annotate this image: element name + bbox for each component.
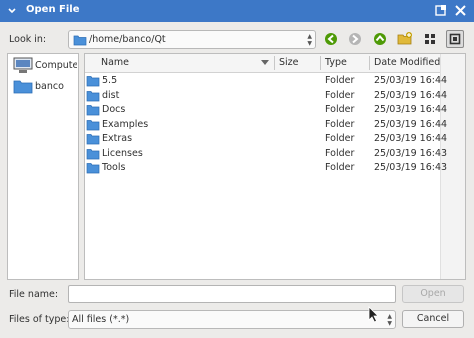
file-name: 5.5 — [102, 75, 118, 86]
list-view-icon — [425, 34, 435, 44]
new-folder-icon[interactable] — [396, 30, 414, 48]
file-date: 25/03/19 16:43 — [374, 147, 448, 159]
file-type: Folder — [325, 75, 355, 86]
file-name-label: File name: — [9, 289, 59, 300]
column-header-date[interactable]: Date Modified — [374, 57, 440, 68]
folder-icon — [86, 134, 100, 145]
folder-icon — [13, 80, 33, 94]
look-in-combo[interactable]: /home/banco/Qt ▲ ▼ — [68, 30, 316, 49]
file-date: 25/03/19 16:44 — [374, 89, 448, 101]
sort-down-icon — [261, 60, 269, 65]
window-menu-chevron-icon[interactable] — [7, 6, 17, 16]
close-icon[interactable] — [453, 3, 469, 19]
file-name: Extras — [102, 133, 133, 144]
file-type: Folder — [325, 133, 355, 144]
file-type: Folder — [325, 104, 355, 115]
list-view-button[interactable] — [421, 30, 439, 48]
file-date: 25/03/19 16:44 — [374, 133, 448, 144]
file-name: Licenses — [102, 147, 143, 159]
folder-icon — [86, 148, 100, 159]
file-row[interactable]: dist Folder 25/03/19 16:44 — [85, 89, 447, 104]
folder-icon — [86, 105, 100, 116]
folder-icon — [86, 90, 100, 101]
mouse-cursor-icon — [368, 306, 379, 323]
column-header-name[interactable]: Name — [101, 57, 129, 68]
sidebar-item-computer[interactable]: Computer — [11, 57, 77, 75]
file-name: Examples — [102, 118, 149, 130]
file-type: Folder — [325, 118, 355, 130]
column-header-type[interactable]: Type — [325, 57, 347, 68]
look-in-label: Look in: — [9, 34, 47, 45]
files-of-type-label: Files of type: — [9, 314, 70, 325]
computer-icon — [13, 57, 33, 73]
file-row[interactable]: Docs Folder 25/03/19 16:44 — [85, 103, 447, 118]
file-type: Folder — [325, 147, 355, 159]
sidebar: Computer banco — [7, 53, 79, 280]
file-name: dist — [102, 89, 120, 101]
combo-arrows-icon: ▲ ▼ — [307, 33, 312, 47]
file-row[interactable]: Extras Folder 25/03/19 16:44 — [85, 132, 447, 147]
combo-arrows-icon: ▲ ▼ — [387, 313, 392, 327]
cancel-button[interactable]: Cancel — [402, 310, 464, 328]
open-button[interactable]: Open — [402, 285, 464, 303]
file-name: Tools — [102, 162, 126, 173]
file-date: 25/03/19 16:44 — [374, 75, 448, 86]
file-type-value: All files (*.*) — [72, 314, 130, 325]
list-header: Name Size Type Date Modified — [85, 54, 465, 73]
forward-icon[interactable] — [346, 30, 364, 48]
folder-icon — [86, 76, 100, 87]
column-header-size[interactable]: Size — [279, 57, 299, 68]
back-icon[interactable] — [322, 30, 340, 48]
file-row[interactable]: Licenses Folder 25/03/19 16:43 — [85, 147, 447, 162]
file-date: 25/03/19 16:43 — [374, 162, 448, 173]
file-date: 25/03/19 16:44 — [374, 118, 448, 130]
file-list: Name Size Type Date Modified 5.5 Folder … — [84, 53, 466, 280]
look-in-path: /home/banco/Qt — [89, 34, 166, 45]
sidebar-item-label: Computer — [35, 60, 77, 71]
file-type: Folder — [325, 89, 355, 101]
sidebar-item-label: banco — [35, 81, 64, 92]
detail-view-button[interactable] — [446, 30, 464, 48]
folder-icon — [86, 163, 100, 174]
file-row[interactable]: Examples Folder 25/03/19 16:44 — [85, 118, 447, 133]
title-bar: Open File — [0, 0, 474, 22]
file-type-combo[interactable]: All files (*.*) ▲ ▼ — [68, 310, 396, 329]
file-name: Docs — [102, 104, 126, 115]
folder-icon — [86, 119, 100, 130]
file-row[interactable]: Tools Folder 25/03/19 16:43 — [85, 161, 447, 176]
detail-view-icon — [449, 33, 461, 45]
file-type: Folder — [325, 162, 355, 173]
file-name-input[interactable] — [68, 285, 396, 303]
window-title: Open File — [26, 4, 80, 15]
maximize-icon[interactable] — [433, 3, 449, 19]
file-row[interactable]: 5.5 Folder 25/03/19 16:44 — [85, 74, 447, 89]
file-date: 25/03/19 16:44 — [374, 104, 448, 115]
parent-directory-icon[interactable] — [371, 30, 389, 48]
folder-icon — [73, 35, 87, 46]
sidebar-item-banco[interactable]: banco — [11, 78, 77, 96]
